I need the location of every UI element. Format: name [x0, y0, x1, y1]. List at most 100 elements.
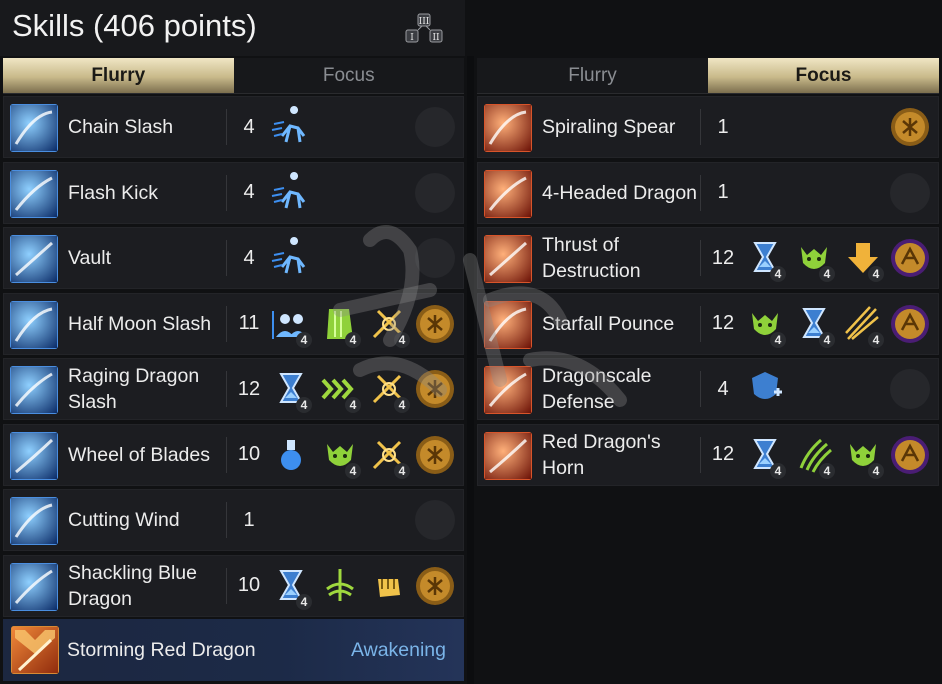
- divider: [700, 371, 701, 407]
- empty-rune-slot[interactable]: [415, 500, 455, 540]
- divider: [226, 109, 227, 145]
- skill-row[interactable]: Starfall Pounce 12 4 4 4: [477, 292, 939, 355]
- empty-rune-slot[interactable]: [415, 172, 455, 213]
- spear-burst-icon[interactable]: 4: [842, 303, 884, 348]
- skill-row[interactable]: Half Moon Slash 11 4 4 4: [3, 292, 464, 355]
- shield-plus-icon[interactable]: [744, 368, 786, 410]
- beast-head-icon[interactable]: 4: [319, 434, 361, 479]
- skill-name: Thrust of Destruction: [542, 234, 641, 282]
- tripod-level-badge: 4: [770, 266, 786, 282]
- shield-ally-icon[interactable]: 4: [270, 303, 312, 348]
- tab-focus[interactable]: Focus: [233, 58, 464, 94]
- skill-name: Flash Kick: [68, 181, 158, 204]
- tripod-level-badge: 4: [868, 462, 884, 479]
- tab-flurry[interactable]: Flurry: [477, 58, 708, 94]
- skill-row[interactable]: Raging Dragon Slash 12 4 4 4: [3, 358, 464, 420]
- skill-level: 12: [237, 377, 261, 400]
- running-figure-icon[interactable]: [270, 237, 312, 279]
- tripod-level-badge: 4: [868, 266, 884, 282]
- skill-row[interactable]: Thrust of Destruction 12 4 4 4: [477, 227, 939, 289]
- tripod-toggle-icon[interactable]: III I II: [400, 10, 448, 48]
- skill-row[interactable]: Red Dragon's Horn 12 4 4 4: [477, 423, 939, 486]
- whirl-icon[interactable]: [319, 565, 361, 607]
- rune-icon[interactable]: [890, 435, 930, 475]
- skill-icon: [10, 300, 58, 349]
- skill-row[interactable]: Dragonscale Defense 4: [477, 358, 939, 420]
- hourglass-icon[interactable]: 4: [270, 565, 312, 610]
- panel-separator: [467, 56, 474, 684]
- awakening-skill-icon: [11, 626, 59, 674]
- tripod-level-badge: 4: [345, 397, 361, 413]
- svg-text:II: II: [432, 33, 440, 43]
- tripod-level-badge: 4: [819, 331, 835, 348]
- hourglass-icon[interactable]: 4: [793, 303, 835, 348]
- rune-icon[interactable]: [890, 238, 930, 278]
- skill-row[interactable]: Chain Slash 4: [3, 96, 464, 158]
- rune-icon[interactable]: [415, 369, 455, 409]
- skill-row[interactable]: Spiraling Spear 1: [477, 96, 939, 158]
- rune-icon[interactable]: [415, 566, 455, 606]
- beast-head-icon[interactable]: 4: [842, 434, 884, 479]
- chevron-arrows-icon[interactable]: 4: [319, 368, 361, 413]
- page-title: Skills (406 points): [12, 8, 257, 43]
- crossed-swords-icon[interactable]: 4: [368, 434, 410, 479]
- fist-icon[interactable]: [368, 565, 410, 607]
- divider: [226, 305, 227, 342]
- beast-head-icon[interactable]: 4: [744, 303, 786, 348]
- down-arrow-icon[interactable]: 4: [842, 237, 884, 282]
- beast-head-icon[interactable]: 4: [793, 237, 835, 282]
- skill-icon: [10, 497, 58, 545]
- empty-rune-slot[interactable]: [415, 107, 455, 147]
- awakening-label: Awakening: [350, 638, 446, 661]
- skill-icon: [10, 169, 58, 218]
- skill-name: 4-Headed Dragon: [542, 181, 698, 204]
- rune-icon[interactable]: [415, 435, 455, 475]
- hourglass-icon[interactable]: 4: [270, 368, 312, 413]
- empty-rune-slot[interactable]: [890, 369, 930, 409]
- right-skill-panel: Flurry Focus Spiraling Spear 1 4-Headed Dr…: [474, 56, 942, 684]
- rune-icon[interactable]: [890, 107, 930, 147]
- tab-focus[interactable]: Focus: [708, 58, 939, 94]
- skill-icon: [484, 431, 532, 480]
- svg-text:I: I: [410, 33, 414, 43]
- skill-icon: [484, 235, 532, 283]
- tripod-level-badge: 4: [394, 331, 410, 348]
- skill-level: 1: [243, 508, 255, 531]
- skill-level: 12: [711, 443, 735, 465]
- empty-rune-slot[interactable]: [415, 238, 455, 278]
- green-bar-icon[interactable]: 4: [319, 303, 361, 348]
- skill-level: 4: [243, 115, 255, 138]
- potion-icon[interactable]: [270, 434, 312, 476]
- skill-name: Vault: [68, 247, 111, 269]
- skill-icon: [484, 104, 532, 152]
- skill-name: Chain Slash: [68, 116, 174, 138]
- crossed-swords-icon[interactable]: 4: [368, 368, 410, 413]
- skill-name: Shackling Blue Dragon: [68, 561, 197, 610]
- skill-icon: [484, 169, 532, 218]
- crossed-swords-icon[interactable]: 4: [368, 303, 410, 348]
- awakening-skill-row[interactable]: Storming Red Dragon Awakening: [3, 619, 464, 681]
- skill-name: Raging Dragon Slash: [68, 365, 200, 413]
- skill-row[interactable]: Cutting Wind 1: [3, 489, 464, 551]
- empty-rune-slot[interactable]: [890, 172, 930, 213]
- tripod-level-badge: 4: [345, 462, 361, 479]
- skill-row[interactable]: 4-Headed Dragon 1: [477, 161, 939, 224]
- hourglass-icon[interactable]: 4: [744, 237, 786, 282]
- left-skill-panel: Flurry Focus Chain Slash 4 Flash Kick 4 Vaul…: [0, 56, 467, 684]
- divider: [226, 371, 227, 407]
- running-figure-icon[interactable]: [270, 171, 312, 214]
- skill-level: 12: [711, 312, 735, 334]
- skill-level: 10: [237, 443, 261, 465]
- skill-row[interactable]: Shackling Blue Dragon 10 4: [3, 554, 464, 617]
- skill-row[interactable]: Wheel of Blades 10 4 4: [3, 423, 464, 486]
- claw-icon[interactable]: 4: [793, 434, 835, 479]
- tripod-level-badge: 4: [296, 331, 312, 348]
- tab-flurry[interactable]: Flurry: [3, 58, 234, 94]
- skill-row[interactable]: Vault 4: [3, 227, 464, 289]
- rune-icon[interactable]: [415, 304, 455, 344]
- rune-icon[interactable]: [890, 304, 930, 344]
- hourglass-icon[interactable]: 4: [744, 434, 786, 479]
- running-figure-icon[interactable]: [270, 106, 312, 148]
- skill-row[interactable]: Flash Kick 4: [3, 161, 464, 224]
- skill-level: 12: [711, 246, 735, 269]
